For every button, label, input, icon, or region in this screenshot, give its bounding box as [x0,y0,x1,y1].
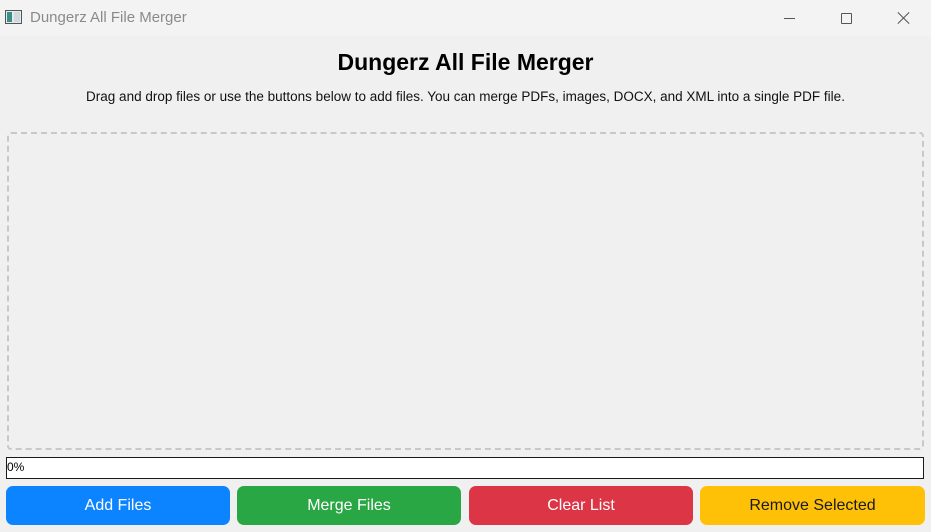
close-icon [897,11,911,25]
merge-files-button[interactable]: Merge Files [237,486,461,525]
progress-label: 0% [7,460,25,474]
clear-list-button[interactable]: Clear List [469,486,693,525]
minimize-button[interactable] [766,0,812,36]
title-bar: Dungerz All File Merger [0,0,931,36]
maximize-button[interactable] [823,0,869,36]
app-window: Dungerz All File Merger Dungerz All File… [0,0,931,532]
app-icon [5,10,22,24]
maximize-icon [840,12,852,24]
page-description: Drag and drop files or use the buttons b… [86,89,845,104]
add-files-button[interactable]: Add Files [6,486,230,525]
window-title: Dungerz All File Merger [30,9,187,26]
close-button[interactable] [881,0,927,36]
progress-bar: 0% [6,457,924,479]
minimize-icon [783,17,795,19]
remove-selected-button[interactable]: Remove Selected [700,486,925,525]
page-title: Dungerz All File Merger [337,49,594,75]
file-drop-zone[interactable] [7,132,924,450]
